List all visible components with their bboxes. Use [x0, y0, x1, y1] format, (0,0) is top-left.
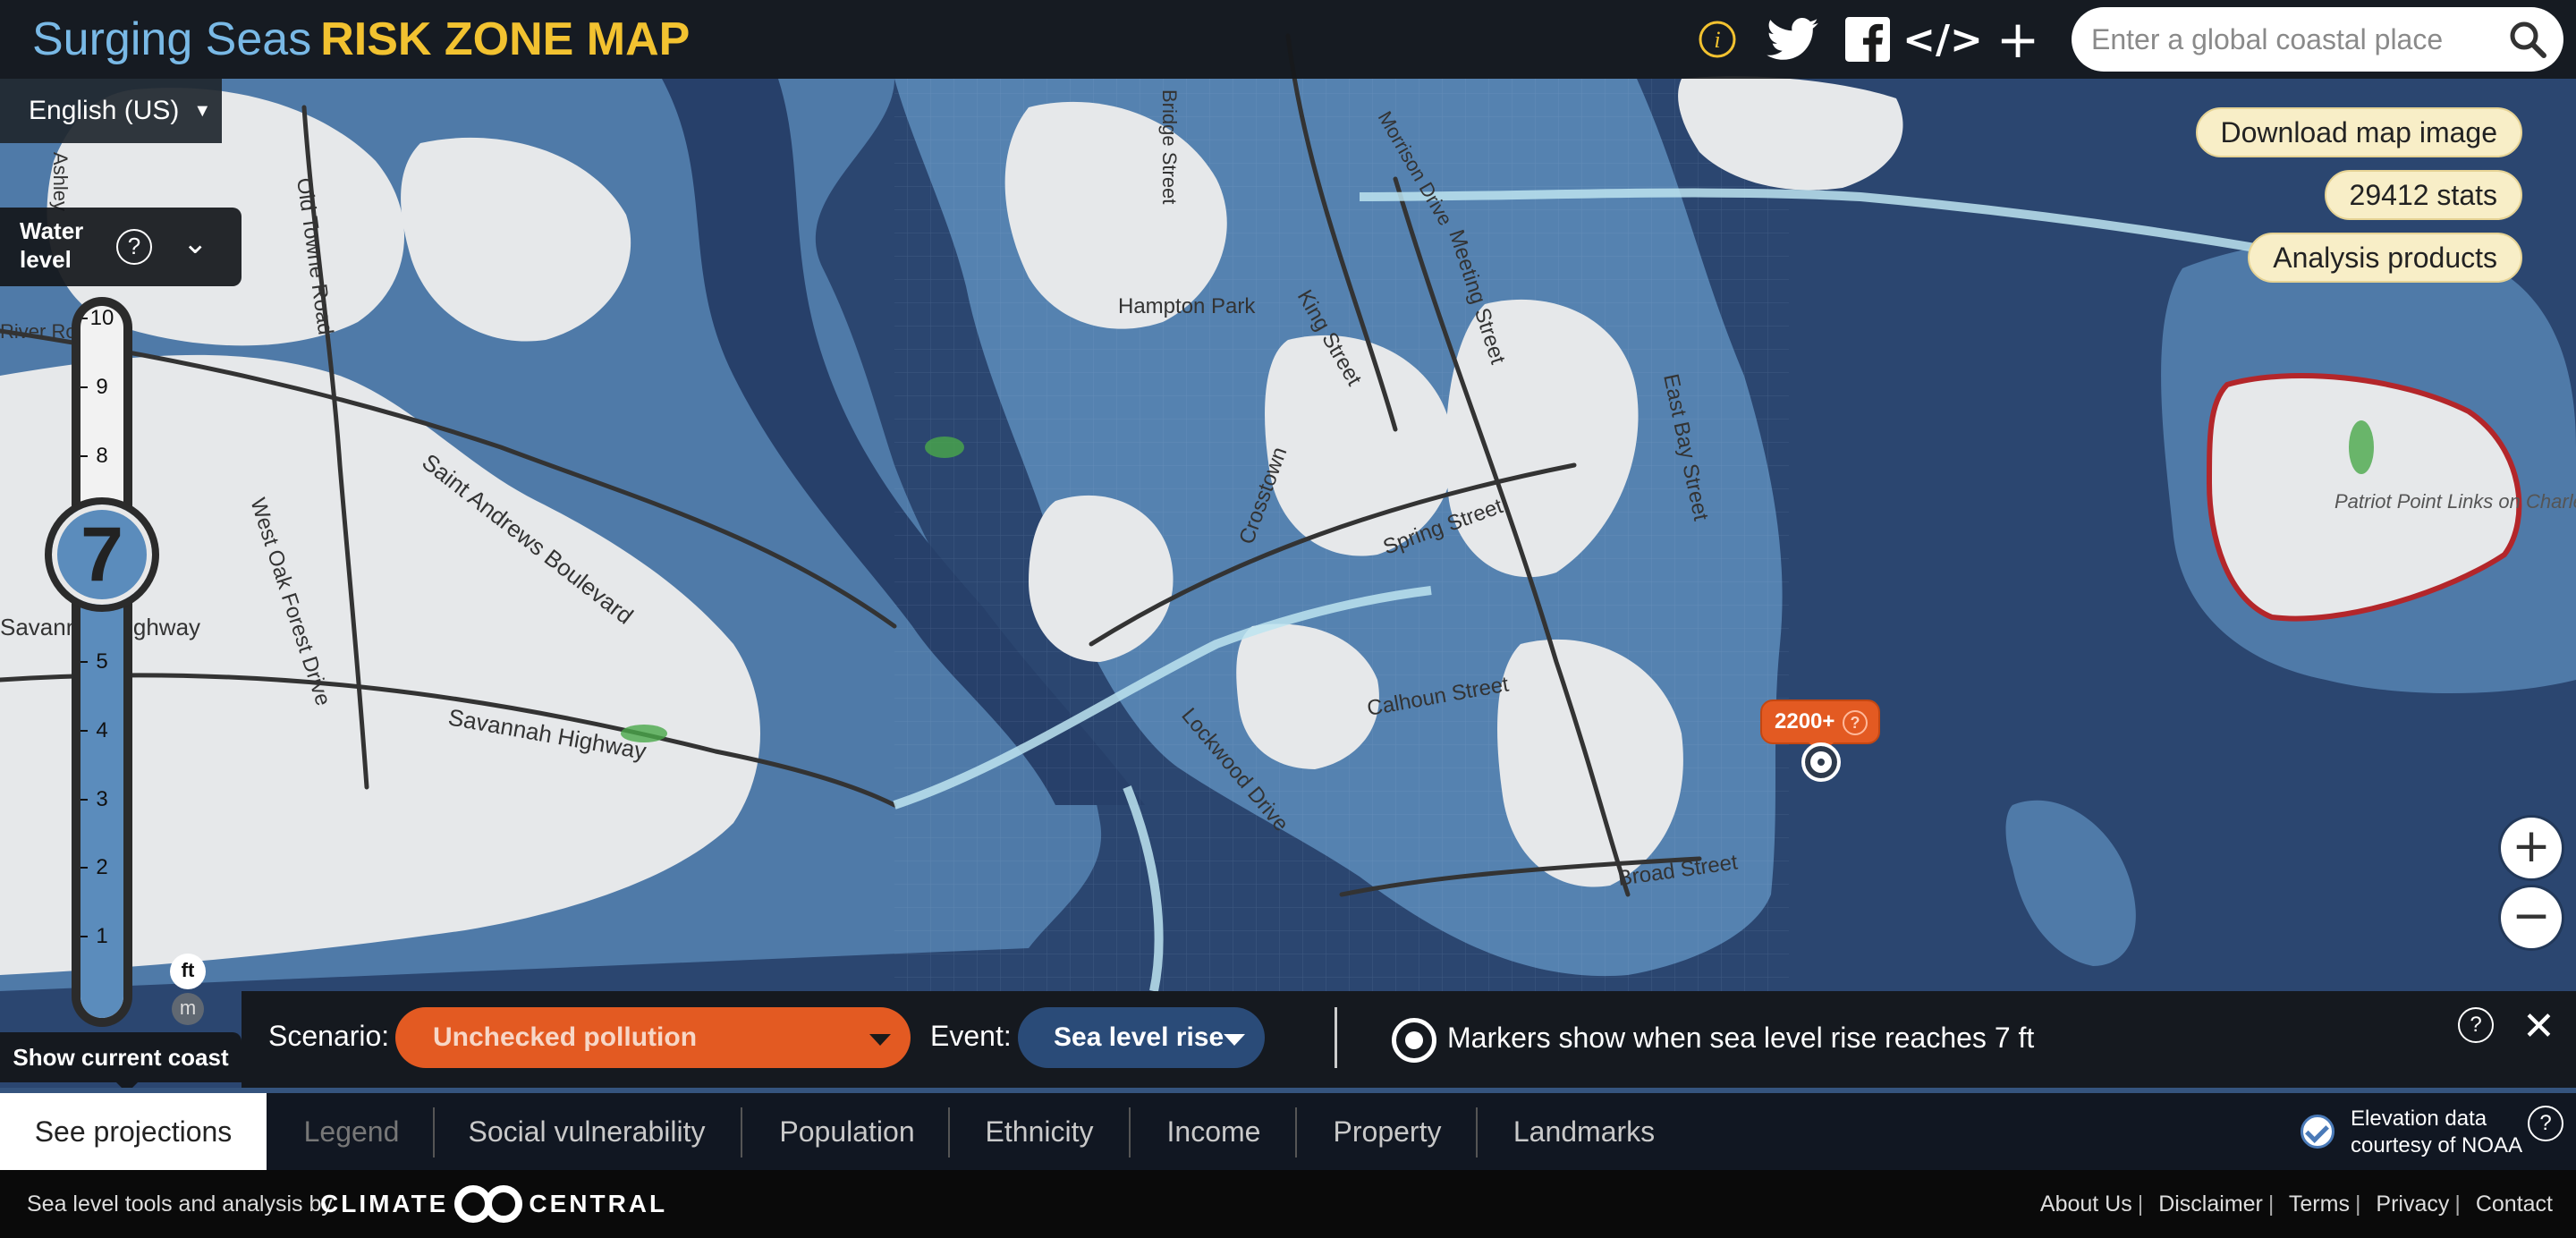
- climate-central-logo-icon: [454, 1185, 523, 1223]
- slider-tick-label: 4: [96, 717, 108, 742]
- slider-tick-10: 10: [80, 306, 123, 333]
- search-box: [2072, 7, 2563, 72]
- slider-tick-label: 3: [96, 786, 108, 811]
- embed-code-icon[interactable]: </>: [1902, 16, 1983, 63]
- footer: Sea level tools and analysis by CLIMATE …: [0, 1170, 2576, 1238]
- facebook-icon[interactable]: [1844, 16, 1891, 63]
- marker-help-icon[interactable]: ?: [1843, 710, 1868, 735]
- scenario-value: Unchecked pollution: [433, 1022, 698, 1052]
- unit-m-toggle[interactable]: m: [172, 993, 204, 1025]
- slider-track: 1098654321: [80, 306, 123, 1018]
- noaa-help-icon[interactable]: ?: [2528, 1106, 2563, 1141]
- twitter-icon[interactable]: [1766, 16, 1819, 63]
- site-logo[interactable]: Surging Seas RISK ZONE MAP: [32, 13, 690, 66]
- caret-down-icon: ▼: [193, 100, 212, 121]
- noaa-line2: courtesy of NOAA: [2351, 1133, 2523, 1157]
- tab-social-vulnerability[interactable]: Social vulnerability: [444, 1093, 730, 1170]
- caret-down-icon: [869, 1034, 891, 1046]
- stats-button[interactable]: 29412 stats: [2324, 170, 2522, 220]
- water-level-knob[interactable]: 7: [45, 497, 159, 612]
- footer-links: About Us | Disclaimer | Terms | Privacy | Co…: [2039, 1191, 2553, 1217]
- collapse-chevron-icon[interactable]: ⌄: [182, 225, 208, 261]
- slider-tick-label: 1: [96, 924, 108, 949]
- language-label: English (US): [29, 96, 180, 125]
- slider-tick-9: 9: [80, 373, 123, 402]
- search-input[interactable]: [2091, 20, 2485, 59]
- brand-title-part2: RISK ZONE MAP: [320, 13, 691, 65]
- tab-bar: See projections Legend Social vulnerabil…: [0, 1088, 2576, 1170]
- slider-tick-1: 1: [80, 922, 123, 951]
- map-label-bridge-street: Bridge Street: [1158, 89, 1181, 204]
- analysis-products-button[interactable]: Analysis products: [2248, 233, 2522, 283]
- noaa-credit: Elevation data courtesy of NOAA: [2351, 1106, 2522, 1159]
- caret-down-icon: [1224, 1034, 1245, 1046]
- slider-tick-5: 5: [80, 648, 123, 676]
- target-marker-icon: [1392, 1018, 1436, 1063]
- slider-tick-label: 5: [96, 649, 108, 674]
- tab-legend[interactable]: Legend: [277, 1093, 426, 1170]
- slider-tick-2: 2: [80, 853, 123, 882]
- water-level-label: Water level: [20, 217, 84, 273]
- brand-title-part1: Surging Seas: [32, 13, 312, 65]
- slider-tick-4: 4: [80, 717, 123, 745]
- top-bar: Surging Seas RISK ZONE MAP i </> +: [0, 0, 2576, 79]
- climate-central-logo[interactable]: CLIMATE CENTRAL: [320, 1183, 667, 1225]
- footer-link-contact[interactable]: Contact: [2476, 1191, 2553, 1217]
- map-label-ashley: Ashley: [49, 152, 72, 211]
- footer-link-terms[interactable]: Terms: [2289, 1191, 2350, 1217]
- tab-ethnicity[interactable]: Ethnicity: [959, 1093, 1120, 1170]
- tab-landmarks[interactable]: Landmarks: [1487, 1093, 1682, 1170]
- slider-tick-8: 8: [80, 442, 123, 471]
- download-map-button[interactable]: Download map image: [2195, 107, 2522, 157]
- language-selector[interactable]: English (US) ▼: [0, 79, 222, 143]
- noaa-checkmark-icon: [2301, 1115, 2334, 1149]
- tab-income[interactable]: Income: [1138, 1093, 1290, 1170]
- tab-property[interactable]: Property: [1302, 1093, 1472, 1170]
- slider-tick-label: 10: [89, 306, 114, 330]
- slider-tick-label: 2: [96, 855, 108, 880]
- marker-label[interactable]: 2200+ ?: [1760, 700, 1880, 744]
- water-level-header: Water level ? ⌄: [0, 208, 242, 286]
- footer-link-privacy[interactable]: Privacy: [2376, 1191, 2449, 1217]
- water-level-value: 7: [80, 512, 123, 598]
- map-label-patriots-point: Patriot Point Links on Charleston Harbor: [2334, 490, 2576, 513]
- close-icon[interactable]: ✕: [2522, 1004, 2555, 1049]
- event-value: Sea level rise: [1054, 1022, 1224, 1052]
- zoom-in-button[interactable]: +: [2501, 818, 2562, 878]
- water-level-help-icon[interactable]: ?: [116, 229, 152, 265]
- zoom-out-button[interactable]: −: [2501, 887, 2562, 948]
- plus-icon[interactable]: +: [1993, 13, 2043, 65]
- unit-ft-toggle[interactable]: ft: [170, 954, 206, 989]
- logo-word-left: CLIMATE: [320, 1190, 449, 1217]
- slider-tick-label: 9: [96, 374, 108, 399]
- slider-tick-label: 8: [96, 443, 108, 468]
- slider-tick-3: 3: [80, 785, 123, 814]
- logo-word-right: CENTRAL: [529, 1190, 668, 1217]
- event-label: Event:: [930, 1020, 1012, 1052]
- footer-link-disclaimer[interactable]: Disclaimer: [2158, 1191, 2263, 1217]
- scenario-bar: Scenario: Unchecked pollution Event: Sea…: [242, 991, 2576, 1088]
- search-icon[interactable]: [2508, 20, 2547, 59]
- noaa-line1: Elevation data: [2351, 1107, 2487, 1131]
- map-marker-pin[interactable]: [1801, 742, 1841, 782]
- footer-credit-text: Sea level tools and analysis by: [27, 1191, 333, 1217]
- divider: [1335, 1007, 1337, 1068]
- show-current-coast-button[interactable]: Show current coast: [0, 1032, 242, 1093]
- tab-population[interactable]: Population: [750, 1093, 945, 1170]
- footer-link-about[interactable]: About Us: [2040, 1191, 2132, 1217]
- info-icon[interactable]: i: [1698, 16, 1737, 63]
- marker-value: 2200+: [1775, 709, 1835, 733]
- scenario-select[interactable]: Unchecked pollution: [395, 1007, 911, 1068]
- tab-see-projections[interactable]: See projections: [0, 1093, 267, 1170]
- markers-description: Markers show when sea level rise reaches…: [1447, 1022, 2035, 1054]
- map-label-hampton-park: Hampton Park: [1118, 294, 1256, 318]
- water-level-slider[interactable]: 1098654321: [72, 297, 132, 1027]
- scenario-help-icon[interactable]: ?: [2458, 1007, 2494, 1043]
- scenario-label: Scenario:: [268, 1020, 390, 1052]
- svg-text:i: i: [1714, 27, 1720, 53]
- event-select[interactable]: Sea level rise: [1018, 1007, 1265, 1068]
